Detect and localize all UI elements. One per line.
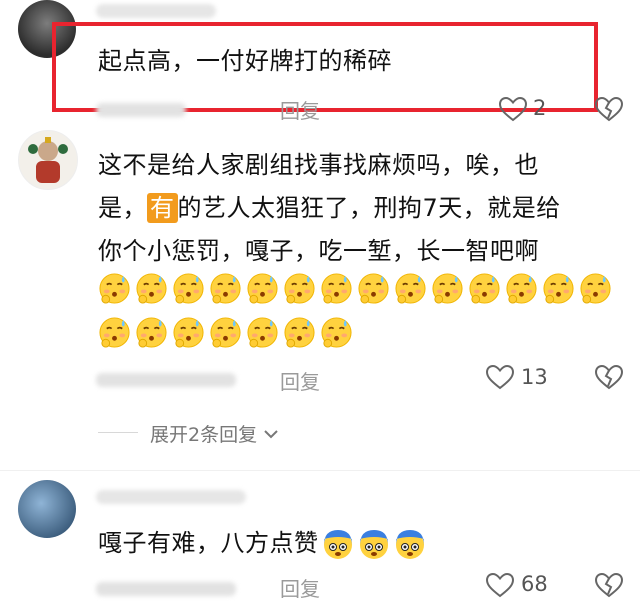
reply-button[interactable]: 回复 <box>280 95 320 124</box>
sweating-thinking-face-emoji <box>284 317 315 348</box>
avatar-user-2[interactable] <box>18 130 78 190</box>
broken-heart-icon[interactable] <box>594 364 624 390</box>
sweating-thinking-face-emoji <box>210 273 241 304</box>
sweating-thinking-face-emoji <box>395 273 426 304</box>
avatar-user-3[interactable] <box>18 480 76 538</box>
sweating-thinking-face-emoji <box>136 317 167 348</box>
chevron-down-icon <box>264 429 278 438</box>
shocked-blue-face-emoji <box>323 529 352 559</box>
timestamp-blurred <box>96 373 236 387</box>
keyword-badge[interactable]: 有 <box>147 193 178 223</box>
shocked-blue-face-emoji <box>395 529 424 559</box>
like-count: 68 <box>521 572 548 596</box>
emoji-row-1 <box>98 272 612 305</box>
sweating-thinking-face-emoji <box>99 317 130 348</box>
comment-line-2: 是，有的艺人太猖狂了，刑拘7天，就是给 <box>98 187 628 230</box>
comment-text: 嘎子有难，八方点赞 <box>98 522 427 565</box>
section-divider <box>0 470 640 471</box>
sweating-thinking-face-emoji <box>506 273 537 304</box>
sweating-thinking-face-emoji <box>173 317 204 348</box>
comment-line-1: 这不是给人家剧组找事找麻烦吗，唉，也 <box>98 151 539 179</box>
emoji-group <box>321 527 427 561</box>
sweating-thinking-face-emoji <box>432 273 463 304</box>
comment-text-block: 这不是给人家剧组找事找麻烦吗，唉，也 是，有的艺人太猖狂了，刑拘7天，就是给 你… <box>98 144 628 273</box>
comment-text-segment: 的艺人太猖狂了，刑拘7天，就是给 <box>177 194 561 222</box>
sweating-thinking-face-emoji <box>469 273 500 304</box>
comment-text-segment: 嘎子有难，八方点赞 <box>98 529 319 557</box>
heart-outline-icon[interactable] <box>498 96 528 122</box>
comment-line-3: 你个小惩罚，嘎子，吃一堑，长一智吧啊 <box>98 237 539 265</box>
sweating-thinking-face-emoji <box>247 317 278 348</box>
sweating-thinking-face-emoji <box>358 273 389 304</box>
heart-outline-icon[interactable] <box>485 572 515 598</box>
sweating-thinking-face-emoji <box>580 273 611 304</box>
sweating-thinking-face-emoji <box>173 273 204 304</box>
expand-replies-label: 展开2条回复 <box>150 424 258 446</box>
sweating-thinking-face-emoji <box>321 317 352 348</box>
expand-divider <box>98 432 138 433</box>
username-blurred[interactable] <box>96 490 246 504</box>
sweating-thinking-face-emoji <box>321 273 352 304</box>
sweating-thinking-face-emoji <box>284 273 315 304</box>
shocked-blue-face-emoji <box>359 529 388 559</box>
sweating-thinking-face-emoji <box>210 317 241 348</box>
comment-text-segment: 是， <box>98 194 147 222</box>
sweating-thinking-face-emoji <box>247 273 278 304</box>
avatar-illustration <box>28 137 68 183</box>
comment-text: 起点高，一付好牌打的稀碎 <box>98 47 392 75</box>
sweating-thinking-face-emoji <box>136 273 167 304</box>
expand-replies-button[interactable]: 展开2条回复 <box>150 420 279 447</box>
broken-heart-icon[interactable] <box>594 572 624 598</box>
like-count: 13 <box>521 365 548 389</box>
broken-heart-icon[interactable] <box>594 96 624 122</box>
sweating-thinking-face-emoji <box>99 273 130 304</box>
heart-outline-icon[interactable] <box>485 364 515 390</box>
emoji-row-2 <box>98 316 353 349</box>
timestamp-blurred <box>96 582 236 596</box>
reply-button[interactable]: 回复 <box>280 573 320 602</box>
username-blurred[interactable] <box>96 4 216 18</box>
timestamp-blurred <box>96 103 186 117</box>
sweating-thinking-face-emoji <box>543 273 574 304</box>
reply-button[interactable]: 回复 <box>280 366 320 395</box>
like-count: 2 <box>533 96 547 120</box>
